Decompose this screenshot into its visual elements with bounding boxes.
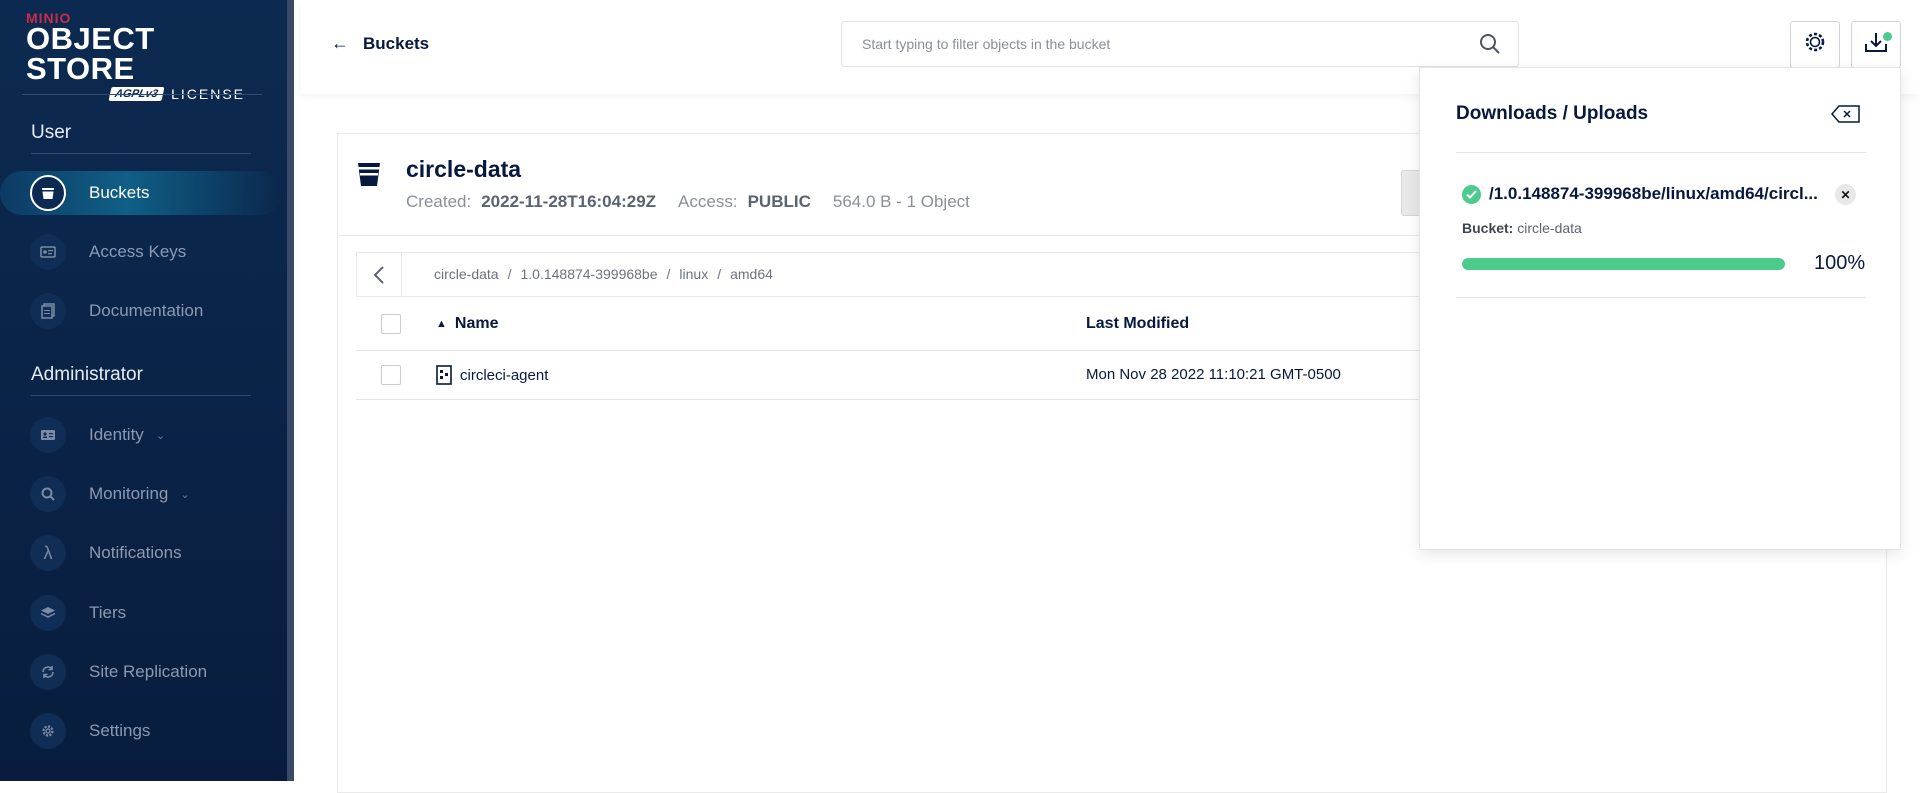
sidebar: MINIO OBJECT STORE AGPLv3 LICENSE User B…: [0, 0, 294, 781]
breadcrumb-path: circle-data / 1.0.148874-399968be / linu…: [434, 266, 773, 282]
chevron-down-icon[interactable]: ⌄: [156, 429, 165, 442]
breadcrumb-item[interactable]: amd64: [730, 266, 773, 282]
transfer-progress-bar: [1462, 258, 1785, 270]
gear-icon: [1802, 29, 1828, 60]
divider: [1456, 297, 1866, 298]
sidebar-item-documentation[interactable]: Documentation: [30, 289, 280, 333]
breadcrumb-item[interactable]: 1.0.148874-399968be: [520, 266, 657, 282]
clear-all-button[interactable]: [1830, 104, 1862, 124]
breadcrumb-item[interactable]: linux: [679, 266, 708, 282]
panel-title: Downloads / Uploads: [1456, 103, 1649, 124]
search-icon[interactable]: [1478, 32, 1502, 61]
sidebar-item-label: Notifications: [89, 543, 182, 562]
transfer-bucket: Bucket: circle-data: [1462, 220, 1582, 236]
backspace-icon: [1831, 105, 1860, 123]
sort-asc-icon: ▲: [436, 318, 447, 330]
id-card-icon: [30, 417, 66, 453]
breadcrumb-separator: /: [717, 266, 722, 282]
section-administrator: Administrator: [31, 364, 143, 385]
sync-icon: [30, 654, 66, 690]
sidebar-item-tiers[interactable]: Tiers: [30, 591, 280, 635]
downloads-uploads-panel: Downloads / Uploads /1.0.148874-399968be…: [1419, 67, 1901, 550]
remove-transfer-button[interactable]: ✕: [1835, 184, 1856, 205]
divider: [31, 153, 251, 154]
settings-button[interactable]: [1790, 21, 1840, 68]
sidebar-item-site-replication[interactable]: Site Replication: [30, 650, 280, 694]
chevron-down-icon[interactable]: ⌄: [180, 488, 189, 501]
arrow-left-icon: ←: [331, 33, 349, 53]
sidebar-item-identity[interactable]: Identity ⌄: [30, 413, 280, 457]
created-value: 2022-11-28T16:04:29Z: [481, 192, 657, 211]
sidebar-item-label: Settings: [89, 721, 151, 740]
divider: [22, 94, 262, 95]
sidebar-item-label: Monitoring: [89, 484, 169, 503]
progress-fill: [1462, 258, 1785, 270]
activity-dot: [1883, 32, 1892, 41]
file-icon: [436, 365, 452, 385]
layers-icon: [30, 595, 66, 631]
section-user: User: [31, 122, 72, 143]
sidebar-item-notifications[interactable]: λ Notifications: [30, 531, 280, 575]
logo-product-text: OBJECT STORE: [26, 21, 155, 86]
bucket-meta: Created: 2022-11-28T16:04:29Z Access: PU…: [406, 192, 970, 212]
last-modified-column-header[interactable]: Last Modified: [1086, 315, 1189, 333]
bucket-icon: [356, 160, 382, 193]
name-column-header[interactable]: ▲ Name: [436, 315, 498, 333]
sidebar-item-label: Access Keys: [89, 242, 187, 261]
key-card-icon: [30, 234, 66, 270]
back-label: Buckets: [363, 33, 430, 53]
breadcrumb-separator: /: [666, 266, 671, 282]
object-search[interactable]: [841, 21, 1519, 67]
divider: [31, 395, 251, 396]
sidebar-item-label: Tiers: [89, 603, 127, 622]
sidebar-item-label: Documentation: [89, 301, 204, 320]
divider: [1456, 152, 1866, 153]
magnifier-icon: [30, 476, 66, 512]
document-icon: [30, 293, 66, 329]
close-icon: ✕: [1840, 187, 1851, 202]
object-name-cell[interactable]: circleci-agent: [436, 365, 548, 385]
lambda-icon: λ: [30, 535, 66, 571]
breadcrumb-item[interactable]: circle-data: [434, 266, 499, 282]
row-checkbox[interactable]: [381, 365, 401, 385]
downloads-uploads-button[interactable]: [1851, 21, 1901, 68]
last-modified-cell: Mon Nov 28 2022 11:10:21 GMT-0500: [1086, 366, 1341, 383]
breadcrumb-separator: /: [507, 266, 512, 282]
sidebar-item-buckets[interactable]: Buckets: [0, 171, 282, 215]
select-all-checkbox[interactable]: [381, 314, 401, 334]
sidebar-item-label: Buckets: [89, 183, 150, 202]
gear-icon: [30, 713, 66, 749]
search-input[interactable]: [862, 36, 1462, 52]
access-value[interactable]: PUBLIC: [748, 192, 811, 212]
minio-logo[interactable]: MINIO OBJECT STORE AGPLv3 LICENSE: [26, 10, 266, 102]
access-label: Access:: [678, 192, 738, 211]
size-info: 564.0 B - 1 Object: [832, 192, 970, 211]
sidebar-item-label: Identity: [89, 425, 144, 444]
check-circle-icon: [1462, 184, 1481, 204]
sidebar-item-settings[interactable]: Settings: [30, 709, 280, 753]
transfer-item-path: /1.0.148874-399968be/linux/amd64/circl..…: [1462, 184, 1818, 204]
breadcrumb-back-button[interactable]: [357, 253, 402, 296]
bucket-name: circle-data: [406, 156, 522, 182]
sidebar-item-access-keys[interactable]: Access Keys: [30, 230, 280, 274]
chevron-left-icon: [373, 265, 384, 284]
sidebar-item-monitoring[interactable]: Monitoring ⌄: [30, 472, 280, 516]
back-to-buckets-link[interactable]: ← Buckets: [331, 33, 429, 54]
transfer-progress-text: 100%: [1814, 252, 1866, 274]
bucket-icon: [30, 175, 66, 211]
sidebar-item-label: Site Replication: [89, 662, 208, 681]
created-label: Created:: [406, 192, 472, 211]
